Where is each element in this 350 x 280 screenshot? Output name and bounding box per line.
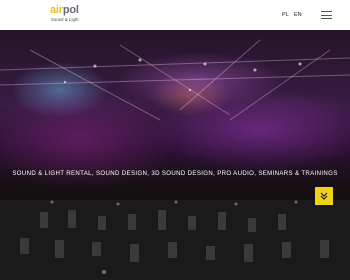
hamburger-icon[interactable]: [321, 11, 332, 19]
stage-lighting-rig-image: [0, 39, 350, 121]
language-en-link[interactable]: EN: [294, 12, 302, 18]
logo-tagline: Sound & Light: [51, 17, 79, 22]
site-header: airpol Sound & Light PL EN: [0, 0, 350, 30]
hero-banner: SOUND & LIGHT RENTAL, SOUND DESIGN, 3D S…: [0, 30, 350, 280]
services-tagline: SOUND & LIGHT RENTAL, SOUND DESIGN, 3D S…: [12, 170, 338, 177]
airpol-logo[interactable]: airpol Sound & Light: [50, 5, 94, 27]
mixing-console-image: [0, 200, 350, 280]
logo-wordmark: airpol: [50, 4, 79, 16]
double-chevron-down-icon: [320, 192, 328, 200]
scroll-down-button[interactable]: [315, 187, 333, 205]
language-pl-link[interactable]: PL: [282, 12, 289, 18]
